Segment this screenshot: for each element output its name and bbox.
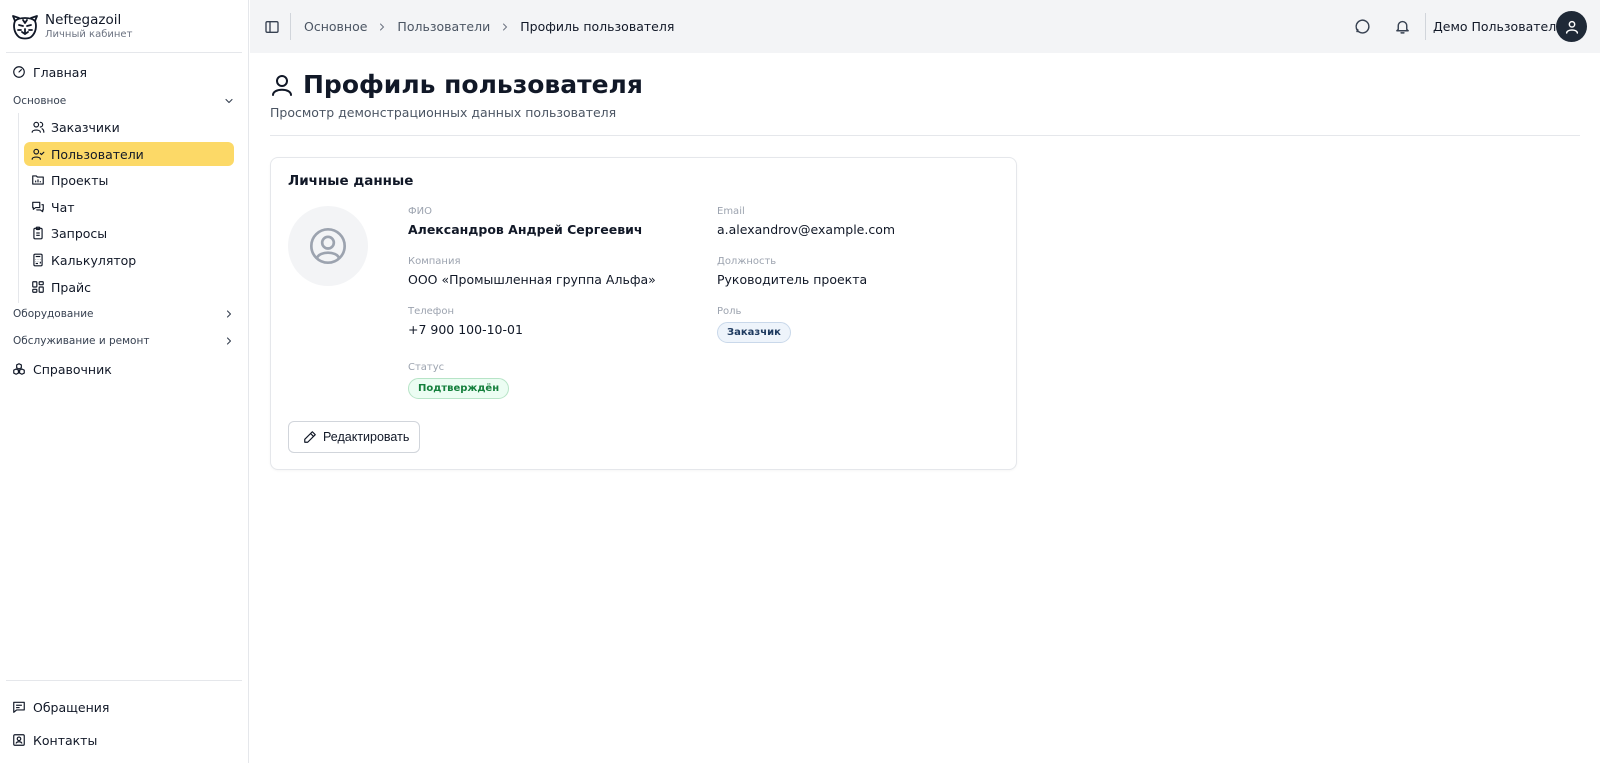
sidebar-item-projects[interactable]: Проекты — [24, 168, 234, 192]
chevron-right-icon — [226, 337, 232, 345]
personal-data-card: Личные данные ФИО Александров Андрей Сер… — [270, 157, 1017, 470]
messages-icon — [32, 201, 44, 213]
clipboard-icon — [33, 226, 43, 240]
sidebar-item-calculator[interactable]: Калькулятор — [24, 248, 234, 272]
chevron-right-icon — [380, 23, 385, 30]
users-icon — [31, 121, 45, 133]
brand-name: Neftegazoil — [45, 12, 122, 29]
field-fio: ФИО Александров Андрей Сергеевич — [408, 206, 642, 237]
field-status: Статус Подтверждён — [408, 362, 510, 399]
field-label: Роль — [717, 306, 742, 317]
sidebar-item-price[interactable]: Прайс — [24, 275, 234, 299]
nav-reference[interactable]: Справочник — [12, 357, 112, 381]
group-service[interactable]: Обслуживание и ремонт — [13, 331, 235, 351]
topbar-separator — [1425, 13, 1426, 40]
boxes-icon — [13, 363, 25, 375]
field-value: +7 900 100-10-01 — [408, 322, 523, 337]
nav-appeals-label: Обращения — [33, 699, 110, 715]
sidebar-item-customers[interactable]: Заказчики — [24, 115, 234, 139]
brand[interactable]: Neftegazoil Личный кабинет — [10, 10, 132, 44]
nav-home[interactable]: Главная — [12, 60, 87, 84]
breadcrumb: Основное Пользователи Профиль пользовате… — [304, 0, 674, 53]
sidebar-item-label: Проекты — [51, 172, 109, 188]
field-value: a.alexandrov@example.com — [717, 222, 896, 237]
panel-left-icon[interactable] — [264, 19, 280, 35]
edit-button-label: Редактировать — [323, 430, 410, 444]
tiger-logo-icon — [12, 15, 38, 40]
group-main[interactable]: Основное — [13, 91, 235, 111]
message-square-icon — [13, 701, 25, 713]
field-value: Александров Андрей Сергеевич — [408, 222, 643, 237]
profile-picture — [288, 206, 368, 286]
sidebar-item-label: Пользователи — [51, 146, 144, 162]
folder-chart-icon — [32, 175, 44, 185]
edit-button[interactable]: Редактировать — [288, 421, 420, 453]
sidebar-divider — [6, 52, 242, 53]
field-value: ООО «Промышленная группа Альфа» — [408, 272, 656, 287]
group-equipment-label: Оборудование — [13, 308, 94, 320]
page-title: Профиль пользователя — [303, 70, 643, 99]
field-role: Роль Заказчик — [717, 306, 791, 343]
chevron-down-icon — [225, 98, 233, 104]
field-email: Email a.alexandrov@example.com — [717, 206, 895, 237]
nav-contacts[interactable]: Контакты — [12, 728, 97, 752]
page-subtitle: Просмотр демонстрационных данных пользов… — [270, 105, 617, 120]
breadcrumb-item[interactable]: Основное — [304, 19, 367, 34]
status-badge: Подтверждён — [408, 378, 510, 399]
sidebar: Neftegazoil Личный кабинет Главная Основ… — [0, 0, 249, 763]
calculator-icon — [33, 253, 43, 267]
field-phone: Телефон +7 900 100-10-01 — [408, 306, 523, 337]
avatar[interactable] — [1556, 11, 1587, 42]
topbar-separator — [290, 13, 291, 40]
sidebar-item-requests[interactable]: Запросы — [24, 221, 234, 245]
gauge-icon — [13, 66, 25, 78]
field-label: Должность — [717, 256, 777, 267]
breadcrumb-item[interactable]: Пользователи — [397, 19, 490, 34]
group-service-label: Обслуживание и ремонт — [13, 335, 150, 347]
sidebar-item-chat[interactable]: Чат — [24, 195, 234, 219]
sidebar-item-label: Заказчики — [51, 119, 120, 135]
nav-reference-label: Справочник — [33, 361, 112, 377]
bell-icon[interactable] — [1394, 18, 1411, 35]
user-icon — [1565, 20, 1578, 34]
field-label: Статус — [408, 362, 445, 373]
field-value: Руководитель проекта — [717, 272, 868, 287]
topbar: Основное Пользователи Профиль пользовате… — [250, 0, 1600, 53]
role-badge: Заказчик — [717, 322, 791, 343]
sidebar-item-label: Чат — [51, 199, 75, 215]
breadcrumb-current: Профиль пользователя — [520, 19, 675, 34]
field-label: Email — [717, 206, 745, 217]
contact-icon — [13, 734, 25, 746]
chevron-right-icon — [503, 23, 508, 30]
sidebar-item-label: Калькулятор — [51, 252, 137, 268]
grid-icon — [32, 281, 44, 293]
chevron-right-icon — [226, 310, 232, 318]
card-title: Личные данные — [288, 173, 414, 189]
sidebar-bottom-divider — [6, 680, 242, 681]
subtree-line — [18, 113, 19, 303]
field-label: Компания — [408, 256, 461, 267]
field-position: Должность Руководитель проекта — [717, 256, 867, 287]
field-label: Телефон — [408, 306, 455, 317]
message-circle-icon[interactable] — [1354, 18, 1371, 35]
page-divider — [270, 135, 1580, 136]
current-user-name[interactable]: Демо Пользователь — [1433, 0, 1564, 53]
user-check-icon — [31, 148, 45, 160]
user-icon — [272, 74, 292, 96]
sidebar-item-label: Запросы — [51, 225, 108, 241]
sidebar-item-label: Прайс — [51, 279, 91, 295]
field-label: ФИО — [408, 206, 432, 217]
pencil-icon — [304, 431, 316, 443]
nav-contacts-label: Контакты — [33, 732, 98, 748]
sidebar-item-users[interactable]: Пользователи — [24, 142, 234, 166]
group-equipment[interactable]: Оборудование — [13, 304, 235, 324]
nav-home-label: Главная — [33, 64, 87, 80]
field-company: Компания ООО «Промышленная группа Альфа» — [408, 256, 656, 287]
brand-subtitle: Личный кабинет — [45, 28, 133, 40]
nav-appeals[interactable]: Обращения — [12, 695, 109, 719]
page-header: Профиль пользователя Просмотр демонстрац… — [270, 70, 643, 120]
group-main-label: Основное — [13, 95, 67, 107]
user-circle-icon — [310, 228, 346, 264]
